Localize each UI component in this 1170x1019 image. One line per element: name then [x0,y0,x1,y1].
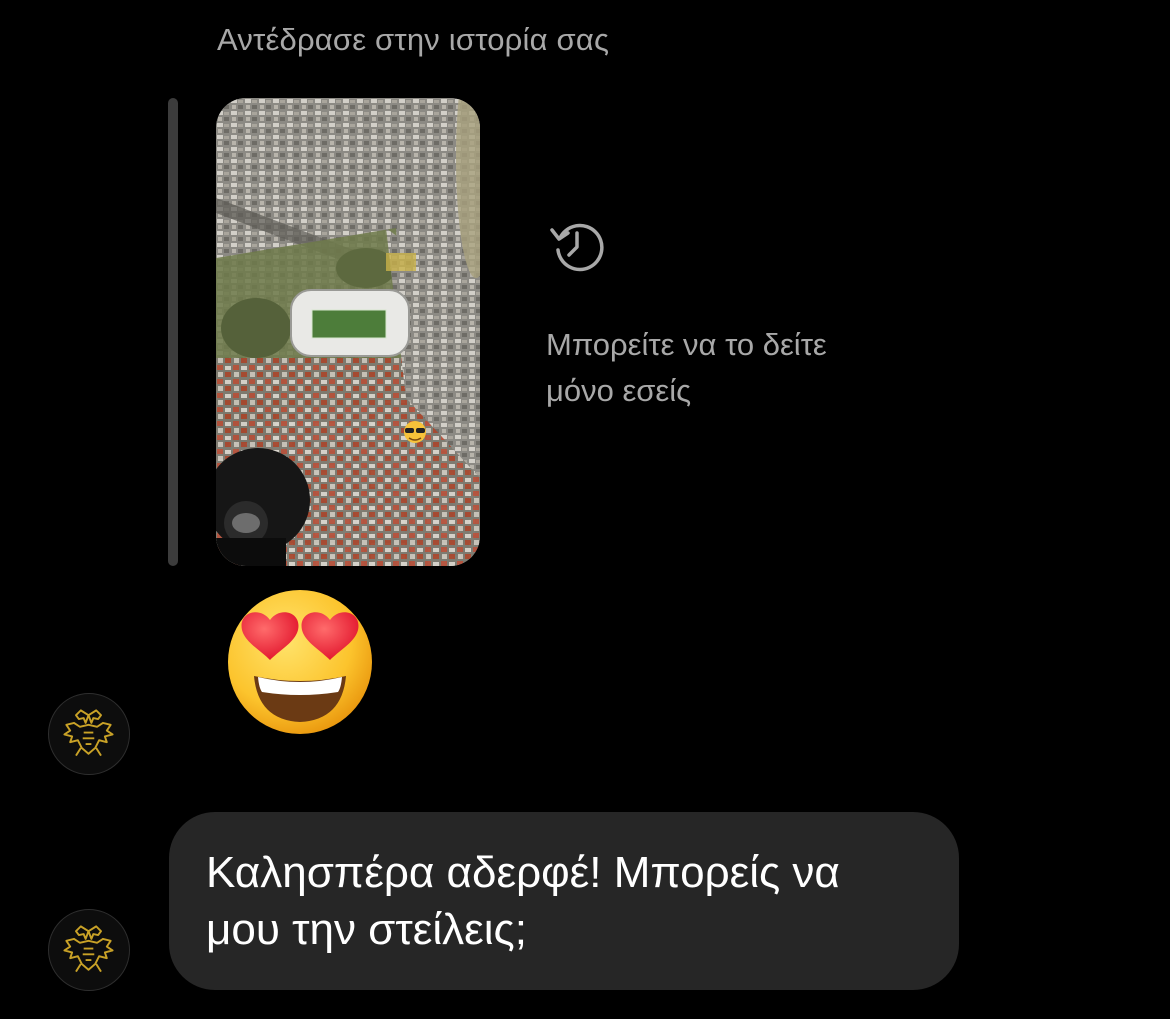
stadium [290,289,410,357]
received-message-bubble[interactable]: Καλησπέρα αδερφέ! Μπορείς να μου την στε… [169,812,959,990]
private-story-notice: Μπορείτε να το δείτε μόνο εσείς [546,216,866,414]
chat-screen: Αντέδρασε στην ιστορία σας Μπορείτε να τ… [0,0,1170,1019]
reply-quote-bar [168,98,178,566]
sender-avatar[interactable] [48,909,130,991]
stadium-aerial-image [216,98,480,566]
sunglasses-sticker [404,421,426,443]
story-thumbnail[interactable] [216,98,480,566]
heart-eyes-emoji-reaction[interactable] [226,588,374,736]
golden-double-headed-eagle-icon [63,709,114,757]
history-clock-icon [550,223,604,272]
story-reply-header: Αντέδρασε στην ιστορία σας [217,22,610,57]
private-notice-text: Μπορείτε να το δείτε μόνο εσείς [546,327,827,408]
message-text: Καλησπέρα αδερφέ! Μπορείς να μου την στε… [206,848,840,954]
golden-double-headed-eagle-icon [63,925,114,973]
sender-avatar[interactable] [48,693,130,775]
